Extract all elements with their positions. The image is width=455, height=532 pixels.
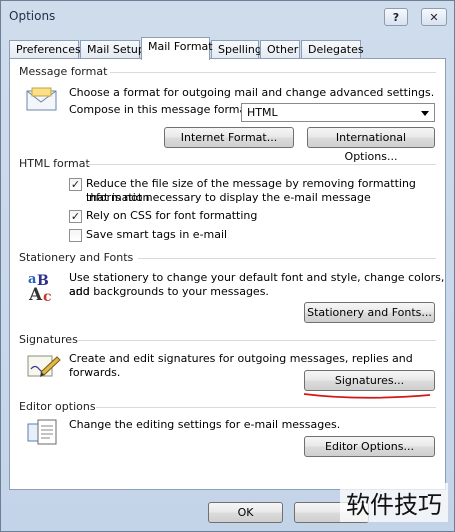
- group-divider: [86, 164, 436, 165]
- stationery-desc-line2: add backgrounds to your messages.: [69, 285, 269, 298]
- compose-format-label: Compose in this message format:: [69, 103, 255, 116]
- save-smart-tags-checkbox[interactable]: [69, 229, 82, 242]
- group-divider: [110, 72, 436, 73]
- title-bar: Options ? ✕: [1, 1, 455, 33]
- signatures-title: Signatures: [19, 333, 78, 346]
- reduce-file-size-label-cont: that is not necessary to display the e-m…: [86, 191, 371, 204]
- message-format-title: Message format: [19, 65, 108, 78]
- svg-text:c: c: [43, 289, 52, 303]
- mail-format-panel: Message format Choose a format for outgo…: [9, 58, 446, 490]
- watermark-text: 软件技巧: [340, 483, 448, 522]
- tab-other[interactable]: Other: [260, 40, 300, 59]
- reduce-file-size-checkbox[interactable]: ✓: [69, 178, 82, 191]
- save-smart-tags-label: Save smart tags in e-mail: [86, 228, 228, 241]
- compose-format-value: HTML: [247, 106, 278, 119]
- group-divider: [77, 340, 436, 341]
- chevron-down-icon: [421, 111, 429, 116]
- group-divider: [138, 258, 436, 259]
- close-button[interactable]: ✕: [421, 8, 447, 26]
- signature-pen-icon: [27, 355, 61, 377]
- rely-on-css-label: Rely on CSS for font formatting: [86, 209, 258, 222]
- editor-options-button[interactable]: Editor Options...: [304, 436, 435, 457]
- help-button[interactable]: ?: [384, 8, 408, 26]
- tab-delegates[interactable]: Delegates: [301, 40, 364, 59]
- tab-spelling[interactable]: Spelling: [211, 40, 262, 59]
- internet-format-button[interactable]: Internet Format...: [164, 127, 294, 148]
- international-options-button[interactable]: International Options...: [307, 127, 435, 163]
- signatures-button[interactable]: Signatures...: [304, 370, 435, 391]
- editor-options-desc: Change the editing settings for e-mail m…: [69, 418, 341, 431]
- ok-button[interactable]: OK: [208, 502, 283, 523]
- stationery-abc-icon: a B A c: [28, 272, 52, 303]
- options-dialog: Options ? ✕ Preferences Mail Setup Mail …: [0, 0, 455, 532]
- stationery-fonts-button[interactable]: Stationery and Fonts...: [304, 302, 435, 323]
- compose-format-select[interactable]: HTML: [241, 103, 435, 122]
- tab-mail-setup[interactable]: Mail Setup: [80, 40, 145, 59]
- svg-text:A: A: [28, 285, 43, 303]
- group-divider: [96, 407, 436, 408]
- message-format-desc: Choose a format for outgoing mail and ch…: [69, 86, 435, 99]
- editor-options-title: Editor options: [19, 400, 96, 413]
- html-format-title: HTML format: [19, 157, 90, 170]
- rely-on-css-checkbox[interactable]: ✓: [69, 210, 82, 223]
- envelope-icon: [26, 87, 57, 111]
- dialog-title: Options: [9, 9, 56, 23]
- tab-mail-format[interactable]: Mail Format: [141, 37, 213, 60]
- editor-document-icon: [27, 419, 57, 445]
- tab-preferences[interactable]: Preferences: [9, 40, 81, 59]
- stationery-title: Stationery and Fonts: [19, 251, 134, 264]
- annotation-underline-signatures: [303, 393, 431, 399]
